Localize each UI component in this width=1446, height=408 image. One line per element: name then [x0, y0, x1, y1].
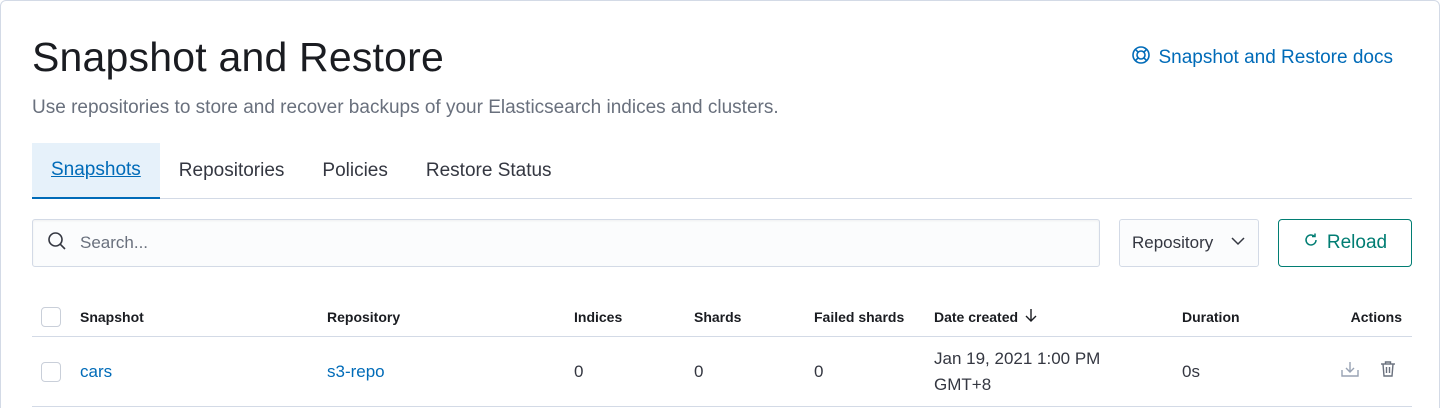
row-checkbox[interactable] — [41, 361, 61, 382]
column-header-duration[interactable]: Duration — [1182, 297, 1240, 336]
table-header: Snapshot Repository Indices Shards Faile… — [32, 297, 1412, 337]
reload-label: Reload — [1326, 232, 1388, 253]
page-subtitle: Use repositories to store and recover ba… — [32, 97, 779, 118]
search-icon — [47, 231, 67, 256]
tab-repositories[interactable]: Repositories — [160, 143, 304, 199]
column-header-actions: Actions — [1350, 308, 1402, 325]
repository-filter-label: Repository — [1132, 233, 1214, 252]
duration-value: 0s — [1182, 361, 1200, 381]
indices-value: 0 — [574, 361, 584, 381]
repository-filter-dropdown[interactable]: Repository — [1119, 219, 1259, 267]
column-header-indices[interactable]: Indices — [574, 297, 622, 336]
trash-icon[interactable] — [1378, 359, 1398, 384]
reload-button[interactable]: Reload — [1278, 219, 1412, 267]
search-input[interactable] — [80, 233, 980, 253]
page-title: Snapshot and Restore — [32, 34, 444, 80]
tab-policies[interactable]: Policies — [303, 143, 406, 199]
table-row: cars s3-repo 0 0 0 Jan 19, 2021 1:00 PM … — [32, 337, 1412, 407]
refresh-icon — [1303, 232, 1319, 254]
chevron-down-icon — [1230, 233, 1246, 254]
date-created-value: Jan 19, 2021 1:00 PM GMT+8 — [934, 337, 1100, 406]
tab-bar: Snapshots Repositories Policies Restore … — [32, 143, 1412, 199]
docs-link[interactable]: Snapshot and Restore docs — [1131, 45, 1394, 71]
main-panel: Snapshot and Restore Snapshot and Restor… — [0, 0, 1440, 408]
snapshots-table: Snapshot Repository Indices Shards Faile… — [32, 297, 1412, 407]
docs-link-label[interactable]: Snapshot and Restore docs — [1159, 47, 1394, 69]
restore-icon[interactable] — [1340, 359, 1360, 384]
column-header-snapshot[interactable]: Snapshot — [80, 297, 144, 336]
tab-snapshots[interactable]: Snapshots — [32, 143, 160, 199]
tab-restore-status[interactable]: Restore Status — [407, 143, 571, 199]
failed-shards-value: 0 — [814, 361, 824, 381]
snapshot-name-link[interactable]: cars — [80, 337, 112, 406]
row-select-cell — [41, 337, 61, 406]
search-box[interactable] — [32, 219, 1100, 267]
column-header-repository[interactable]: Repository — [327, 297, 400, 336]
shards-value: 0 — [694, 361, 704, 381]
sort-descending-icon — [1018, 308, 1038, 325]
column-header-date-created[interactable]: Date created — [934, 297, 1038, 336]
column-header-shards[interactable]: Shards — [694, 297, 741, 336]
date-line-2: GMT+8 — [934, 374, 992, 394]
repository-link[interactable]: s3-repo — [327, 337, 385, 406]
date-created-label: Date created — [934, 308, 1019, 325]
select-all-checkbox[interactable] — [41, 306, 61, 327]
row-actions — [1340, 337, 1398, 406]
help-lifebuoy-icon — [1131, 45, 1151, 71]
column-header-failed-shards[interactable]: Failed shards — [814, 297, 904, 336]
select-all-cell — [41, 297, 61, 336]
date-line-1: Jan 19, 2021 1:00 PM — [934, 348, 1101, 368]
